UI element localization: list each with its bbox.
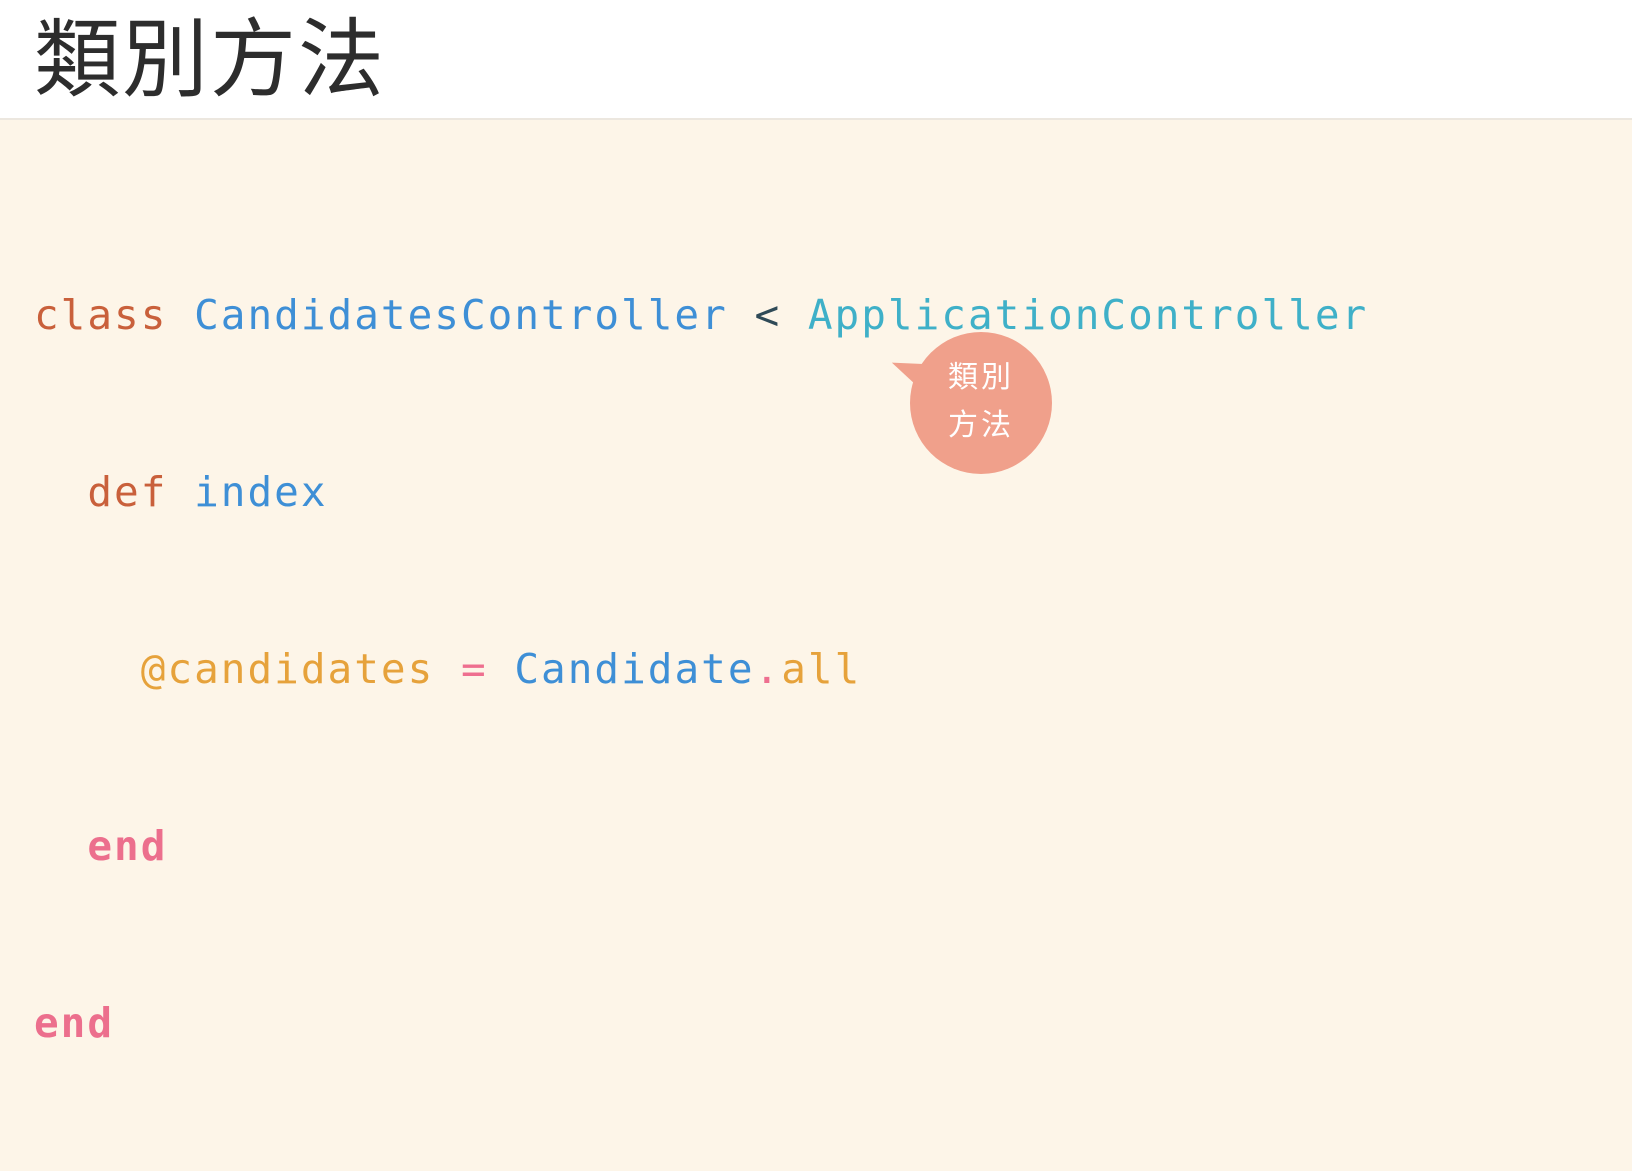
code-line-1: class CandidatesController < Application… [34,286,1368,345]
slide-title: 類別方法 [34,10,386,110]
slide-header: 類別方法 [0,0,1632,120]
keyword-end: end [87,822,168,870]
class-name: CandidatesController [194,291,728,339]
code-line-4: end [34,817,1368,876]
method-name: index [194,468,328,516]
parent-class-name: ApplicationController [807,291,1369,339]
code-line-5: end [34,994,1368,1053]
keyword-def: def [87,468,168,516]
keyword-end: end [34,999,115,1047]
code-block: class CandidatesController < Application… [34,168,1368,1171]
instance-variable: @candidates [140,645,435,693]
class-method-call: all [781,645,862,693]
assign-operator: = [460,645,488,693]
receiver-class: Candidate [514,645,755,693]
callout-text: 類別 方法 [910,354,1052,450]
callout-line-1: 類別 [948,360,1014,395]
inherit-operator: < [754,291,782,339]
code-line-3: @candidates = Candidate.all [34,640,1368,699]
code-line-2: def index [34,463,1368,522]
keyword-class: class [34,291,168,339]
code-area: class CandidatesController < Application… [0,120,1632,1047]
dot-operator: . [754,645,782,693]
callout-line-2: 方法 [948,408,1014,443]
